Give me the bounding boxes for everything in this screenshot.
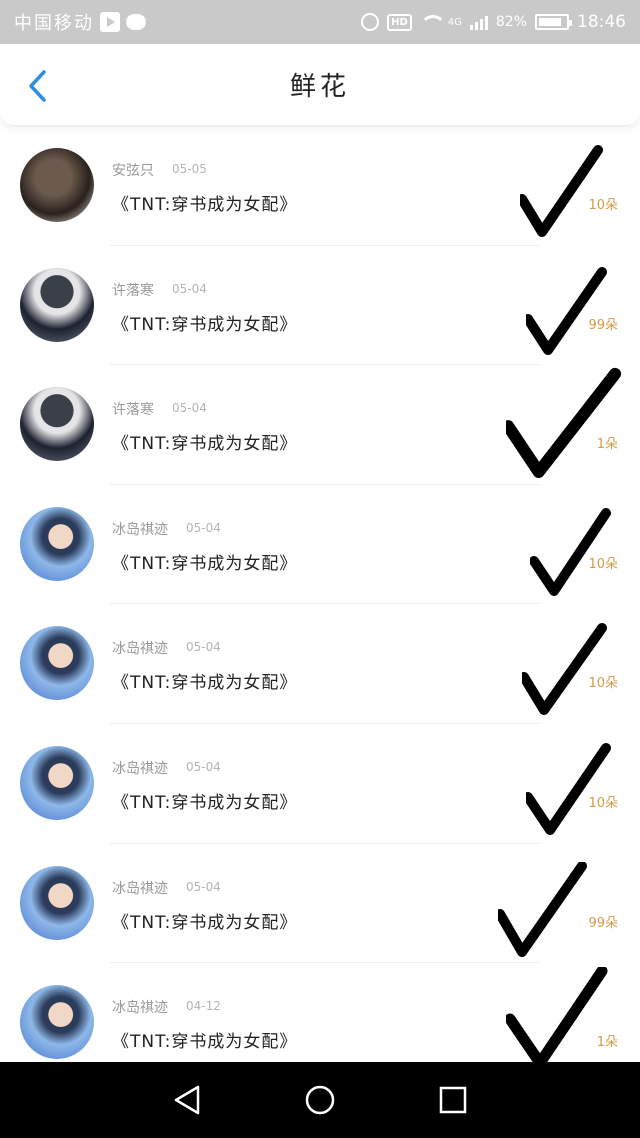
flower-count: 10朵 bbox=[588, 556, 618, 572]
item-date: 05-04 bbox=[186, 879, 221, 894]
checkmark-icon bbox=[506, 368, 622, 479]
list-item[interactable]: 许落寒 05-04 《TNT:穿书成为女配》 99朵 bbox=[0, 246, 640, 366]
list-item[interactable]: 冰岛祺迹 04-12 《TNT:穿书成为女配》 1朵 bbox=[0, 963, 640, 1062]
book-title[interactable]: 《TNT:穿书成为女配》 bbox=[112, 429, 297, 454]
book-title[interactable]: 《TNT:穿书成为女配》 bbox=[112, 1027, 297, 1052]
user-name[interactable]: 许落寒 bbox=[112, 280, 154, 300]
list-item[interactable]: 冰岛祺迹 05-04 《TNT:穿书成为女配》 10朵 bbox=[0, 485, 640, 605]
flower-count: 10朵 bbox=[588, 676, 618, 692]
avatar[interactable] bbox=[20, 387, 94, 462]
page-title: 鲜花 bbox=[289, 72, 350, 102]
user-name[interactable]: 许落寒 bbox=[112, 399, 154, 419]
clock: 18:46 bbox=[577, 12, 626, 32]
flower-count: 10朵 bbox=[588, 198, 618, 213]
user-name[interactable]: 冰岛祺迹 bbox=[112, 997, 168, 1017]
item-date: 05-04 bbox=[172, 281, 207, 296]
item-date: 04-12 bbox=[186, 999, 221, 1014]
list-item[interactable]: 冰岛祺迹 05-04 《TNT:穿书成为女配》 10朵 bbox=[0, 604, 640, 724]
list-item[interactable]: 冰岛祺迹 05-04 《TNT:穿书成为女配》 10朵 bbox=[0, 724, 640, 844]
user-name[interactable]: 安弦只 bbox=[112, 160, 154, 180]
item-date: 05-05 bbox=[172, 162, 207, 176]
user-name[interactable]: 冰岛祺迹 bbox=[112, 519, 168, 539]
flower-count: 10朵 bbox=[588, 795, 618, 811]
book-title[interactable]: 《TNT:穿书成为女配》 bbox=[112, 549, 297, 574]
user-name[interactable]: 冰岛祺迹 bbox=[112, 878, 168, 898]
chevron-left-icon bbox=[29, 70, 46, 102]
status-bar: 中国移动 HD 4G 82% 18:46 bbox=[0, 0, 640, 44]
avatar[interactable] bbox=[20, 865, 94, 940]
flower-count: 1朵 bbox=[596, 1035, 618, 1051]
avatar[interactable] bbox=[20, 985, 94, 1060]
circle-home-icon bbox=[305, 1085, 335, 1115]
checkmark-icon bbox=[530, 507, 611, 596]
item-date: 05-04 bbox=[186, 520, 221, 535]
book-title[interactable]: 《TNT:穿书成为女配》 bbox=[112, 788, 297, 813]
status-right: HD 4G 82% 18:46 bbox=[361, 12, 626, 32]
carrier-name: 中国移动 bbox=[14, 13, 94, 34]
avatar[interactable] bbox=[20, 506, 94, 581]
list-item[interactable]: 许落寒 05-04 《TNT:穿书成为女配》 1朵 bbox=[0, 365, 640, 485]
avatar[interactable] bbox=[20, 267, 94, 342]
nav-back-button[interactable] bbox=[167, 1080, 207, 1120]
status-left: 中国移动 bbox=[14, 9, 146, 35]
book-title[interactable]: 《TNT:穿书成为女配》 bbox=[112, 190, 297, 215]
flower-list: 安弦只 05-05 《TNT:穿书成为女配》 10朵 许落寒 05-04 《TNT:… bbox=[0, 126, 640, 1062]
avatar[interactable] bbox=[20, 626, 94, 701]
list-item[interactable]: 安弦只 05-05 《TNT:穿书成为女配》 10朵 bbox=[0, 126, 640, 246]
item-date: 05-04 bbox=[186, 759, 221, 774]
square-recents-icon bbox=[440, 1086, 467, 1114]
user-name[interactable]: 冰岛祺迹 bbox=[112, 638, 168, 658]
checkmark-icon bbox=[526, 742, 611, 835]
app-header: 鲜花 bbox=[0, 44, 640, 126]
nav-home-button[interactable] bbox=[300, 1080, 340, 1120]
item-date: 05-04 bbox=[186, 640, 221, 655]
book-title[interactable]: 《TNT:穿书成为女配》 bbox=[112, 908, 297, 933]
battery-icon bbox=[535, 14, 572, 30]
alarm-icon bbox=[361, 13, 380, 31]
system-nav-bar bbox=[0, 1062, 640, 1138]
book-title[interactable]: 《TNT:穿书成为女配》 bbox=[112, 310, 297, 335]
avatar[interactable] bbox=[20, 745, 94, 820]
user-name[interactable]: 冰岛祺迹 bbox=[112, 758, 168, 778]
battery-percent: 82% bbox=[495, 14, 527, 30]
item-date: 05-04 bbox=[172, 401, 207, 416]
signal-icon bbox=[469, 14, 488, 30]
checkmark-icon bbox=[526, 266, 607, 355]
list-item[interactable]: 冰岛祺迹 05-04 《TNT:穿书成为女配》 99朵 bbox=[0, 844, 640, 964]
nav-recents-button[interactable] bbox=[433, 1080, 473, 1120]
avatar[interactable] bbox=[20, 148, 94, 222]
flower-count: 1朵 bbox=[596, 437, 618, 453]
network-type: 4G bbox=[447, 16, 462, 28]
flower-count: 99朵 bbox=[588, 915, 618, 931]
hd-icon: HD bbox=[387, 13, 412, 31]
triangle-back-icon bbox=[174, 1085, 199, 1115]
play-store-icon bbox=[100, 12, 120, 32]
flower-count: 99朵 bbox=[588, 317, 618, 333]
book-title[interactable]: 《TNT:穿书成为女配》 bbox=[112, 668, 297, 693]
wifi-icon bbox=[419, 15, 446, 29]
back-button[interactable] bbox=[18, 66, 58, 106]
chat-icon bbox=[126, 14, 146, 30]
